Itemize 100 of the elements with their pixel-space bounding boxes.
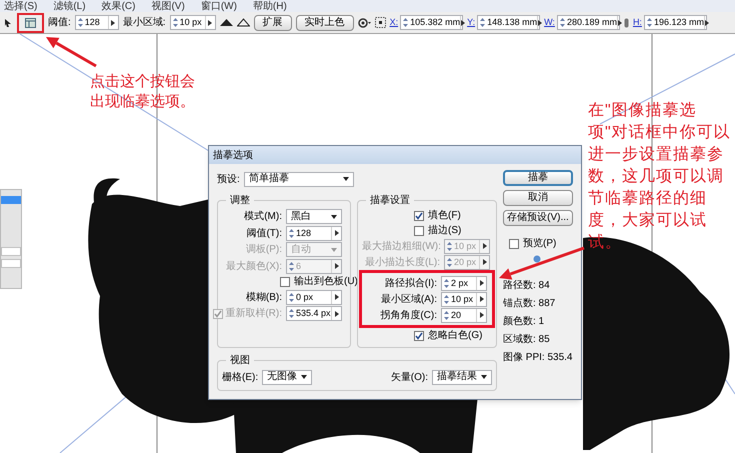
pointer-arrow xyxy=(46,37,97,68)
flyout-button[interactable] xyxy=(331,290,341,304)
dropdown[interactable]: 简单描摹 xyxy=(244,172,354,186)
menu-item[interactable]: 帮助(H) xyxy=(252,1,287,12)
panel-field[interactable] xyxy=(1,259,21,268)
spin-arrows-icon[interactable] xyxy=(289,309,294,318)
reference-point-icon[interactable] xyxy=(374,17,386,28)
number-field[interactable]: 2 px xyxy=(441,276,487,290)
spin-arrows-icon[interactable] xyxy=(289,228,294,238)
dropdown[interactable]: 无图像 xyxy=(262,370,312,384)
checkbox[interactable] xyxy=(414,330,424,340)
flyout-button[interactable] xyxy=(476,276,486,290)
checkbox[interactable] xyxy=(280,276,290,286)
menu-item[interactable]: 视图(V) xyxy=(151,1,185,12)
number-field[interactable]: 10 px xyxy=(170,15,216,30)
flyout-button[interactable] xyxy=(616,16,622,29)
spin-arrows-icon[interactable] xyxy=(78,18,83,27)
triangle-icon xyxy=(538,20,542,26)
triangle-icon xyxy=(111,20,116,26)
spin-arrows-icon[interactable] xyxy=(444,294,449,304)
panel-field[interactable] xyxy=(1,247,21,256)
menu-item[interactable]: 效果(C) xyxy=(102,1,136,12)
annotation-text: 在"图像描摹选项"对话框中你可以进一步设置描摹参数，这几项可以调节临摹路径的细度，大家可以试试。 xyxy=(588,100,732,253)
number-field[interactable]: 10 px xyxy=(441,292,487,306)
number-field[interactable]: 196.123 mm xyxy=(644,15,707,30)
number-field[interactable]: 128 xyxy=(286,226,342,240)
spin-arrows-icon[interactable] xyxy=(289,292,294,302)
group-title: 视图 xyxy=(229,354,251,368)
menu-item[interactable]: 滤镜(L) xyxy=(53,1,86,12)
field-label: 栅格(E): xyxy=(222,370,258,384)
flyout-button[interactable] xyxy=(704,16,709,29)
flyout-button[interactable] xyxy=(476,308,486,322)
triangle-icon xyxy=(482,243,486,249)
field-label: 最小区域: xyxy=(122,16,166,30)
spin-arrows-icon[interactable] xyxy=(403,18,408,27)
dialog-button[interactable]: 描摹 xyxy=(503,170,573,186)
coordinate-label: X: xyxy=(390,16,398,29)
field-label: 模糊(B): xyxy=(244,290,283,304)
triangle-icon xyxy=(482,259,486,265)
trace-options-button[interactable] xyxy=(17,12,44,32)
field-label: 调板(P): xyxy=(244,242,283,257)
coordinate-label: W: xyxy=(544,16,555,29)
dropdown[interactable]: 描摹结果 xyxy=(432,370,492,384)
dialog-button[interactable]: 取消 xyxy=(503,190,573,206)
spin-arrows-icon[interactable] xyxy=(172,18,178,27)
number-field[interactable]: 20 xyxy=(441,308,487,322)
triangle-icon xyxy=(480,280,484,286)
triangle-icon xyxy=(704,20,709,26)
toolbar-button[interactable]: 实时上色 xyxy=(296,14,354,30)
stat-text: 图像 PPI: 535.4 xyxy=(503,351,573,365)
number-field[interactable]: 280.189 mm xyxy=(556,15,620,30)
field-label: 阈值: xyxy=(48,16,71,30)
stat-text: 路径数: 84 xyxy=(503,279,551,293)
link-icon[interactable] xyxy=(624,18,629,28)
number-field[interactable]: 0 px xyxy=(286,290,342,304)
caret-icon xyxy=(342,177,349,181)
field-label: 阈值(T): xyxy=(245,226,283,240)
spin-arrows-icon[interactable] xyxy=(480,18,486,27)
field-label: 最小区域(A): xyxy=(380,292,438,306)
flyout-button[interactable] xyxy=(331,226,341,240)
triangle-icon xyxy=(208,20,212,26)
check-icon xyxy=(415,332,423,340)
trace-options-icon xyxy=(25,18,36,28)
spin-arrows-icon[interactable] xyxy=(444,310,449,320)
checkbox-label: 预览(P) xyxy=(523,237,556,251)
menu-item[interactable]: 窗口(W) xyxy=(200,1,237,12)
checkbox[interactable] xyxy=(414,210,424,220)
spin-arrows-icon[interactable] xyxy=(646,18,652,27)
caret-icon xyxy=(481,375,487,379)
check-icon xyxy=(214,310,222,318)
field-label: 预设: xyxy=(217,172,240,186)
flyout-button[interactable] xyxy=(476,292,486,306)
triangle-icon xyxy=(334,230,338,236)
flyout-button[interactable] xyxy=(537,16,542,29)
arrow-tool-icon[interactable] xyxy=(3,18,13,28)
annotation-text: 点击这个按钮会出现临摹选项。 xyxy=(90,72,196,112)
dropdown[interactable]: 黑白 xyxy=(286,209,342,224)
field-label: 最小描边长度(L): xyxy=(364,256,441,270)
dialog-title: 描摹选项 xyxy=(213,148,253,162)
spin-arrows-icon[interactable] xyxy=(444,278,449,288)
status-icon xyxy=(533,255,541,263)
triangle-icon xyxy=(334,294,338,300)
stat-text: 颜色数: 1 xyxy=(503,314,546,329)
field-label: 矢量(O): xyxy=(390,370,428,384)
number-field[interactable]: 148.138 mm xyxy=(477,15,540,30)
number-field[interactable]: 105.382 mm xyxy=(400,15,464,30)
toolbar-button[interactable]: 扩展 xyxy=(254,14,292,30)
menu-item[interactable]: 选择(S) xyxy=(4,1,38,12)
field-label: 最大描边粗细(W): xyxy=(362,240,442,254)
checkbox[interactable] xyxy=(509,238,519,248)
field-label: 模式(M): xyxy=(243,210,283,224)
checkbox[interactable] xyxy=(414,226,424,236)
stat-text: 锚点数: 887 xyxy=(503,296,556,311)
flyout-button[interactable] xyxy=(460,16,466,29)
spin-arrows-icon[interactable] xyxy=(560,18,565,27)
number-field[interactable]: 128 xyxy=(74,15,119,30)
triangle-icon xyxy=(334,310,338,316)
dialog-button[interactable]: 存储预设(V)... xyxy=(503,210,573,226)
field-label: 最大颜色(X): xyxy=(224,260,283,274)
flyout-button[interactable] xyxy=(331,307,341,320)
